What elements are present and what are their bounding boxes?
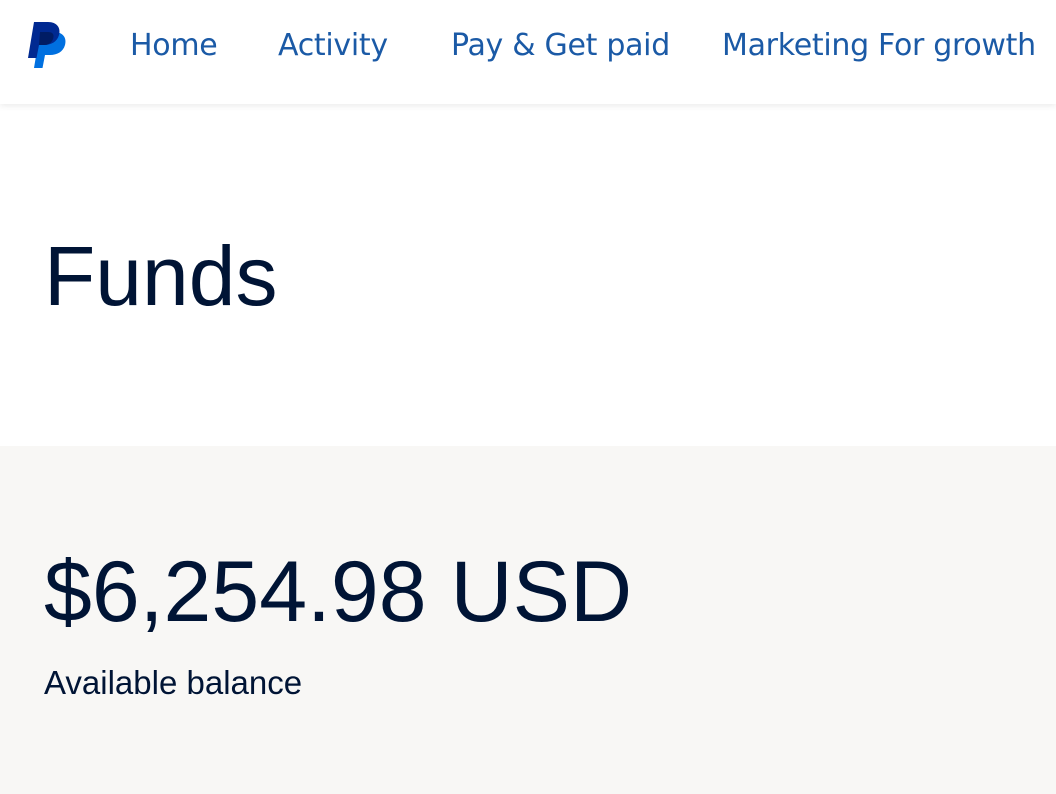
balance-label: Available balance <box>44 664 303 701</box>
nav-pay-get-paid-link[interactable]: Pay & Get paid <box>451 26 670 66</box>
nav-marketing-link[interactable]: Marketing For growth <box>722 26 1036 66</box>
page-title: Funds <box>44 229 278 323</box>
top-navigation-bar: Home Activity Pay & Get paid Marketing F… <box>0 0 1056 104</box>
nav-activity-link[interactable]: Activity <box>278 26 388 66</box>
nav-home-link[interactable]: Home <box>130 26 218 66</box>
balance-amount: $6,254.98 USD <box>44 544 633 640</box>
paypal-logo-icon[interactable] <box>26 20 68 70</box>
